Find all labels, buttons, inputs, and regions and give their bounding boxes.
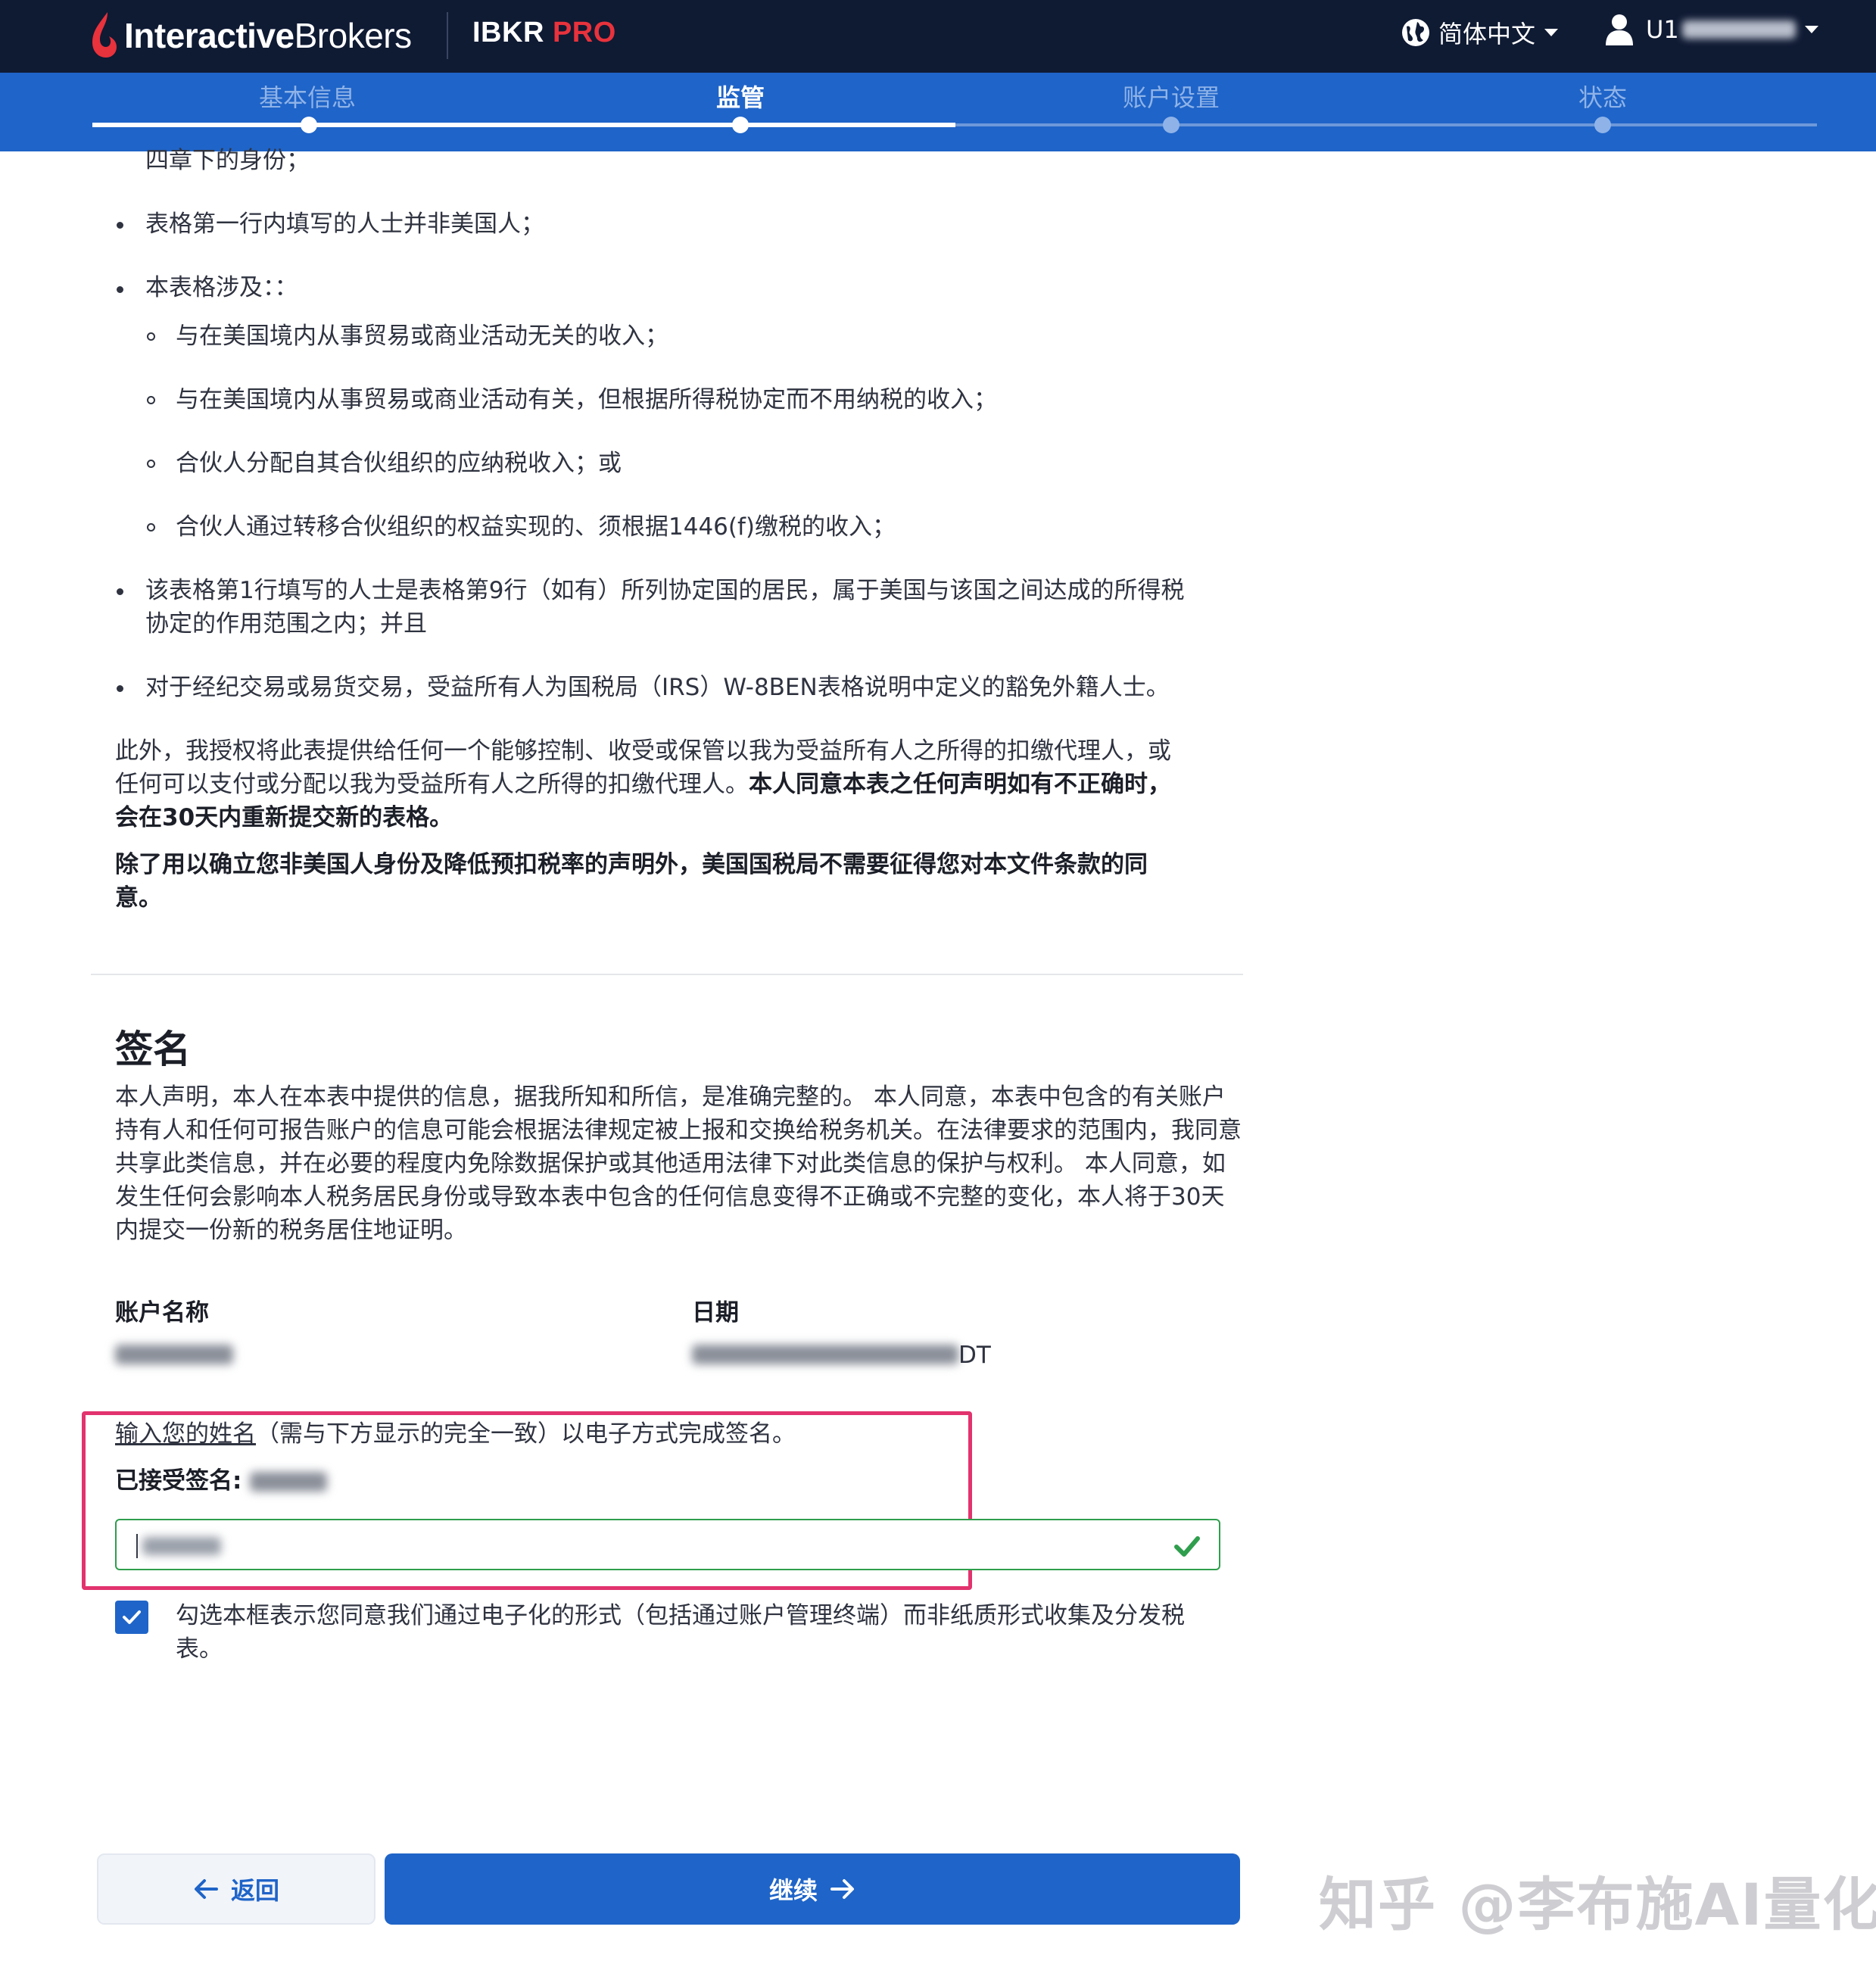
chevron-down-icon	[1544, 29, 1559, 36]
back-button-label: 返回	[230, 1876, 279, 1905]
step-basic-info: 基本信息	[258, 83, 357, 112]
declaration-sub-1: 与在美国境内从事贸易或商业活动无关的收入；	[176, 323, 668, 350]
section-divider	[91, 974, 1243, 975]
bullet-dot	[117, 222, 123, 229]
accepted-signature-redacted	[250, 1472, 327, 1492]
sub-bullet-circle	[147, 523, 155, 532]
declaration-sub-2: 与在美国境内从事贸易或商业活动有关，但根据所得税协定而不用纳税的收入；	[176, 386, 997, 413]
bullet-dot	[117, 685, 123, 692]
chevron-down-icon	[1804, 26, 1818, 33]
user-id-prefix: U1	[1646, 15, 1679, 44]
declaration-bullet-1: 表格第一行内填写的人士并非美国人；	[145, 210, 544, 238]
electronic-consent-checkbox[interactable]	[115, 1601, 148, 1634]
signature-text-line-3: 共享此类信息，并在必要的程度内免除数据保护或其他适用法律下对此类信息的保护与权利…	[115, 1150, 1226, 1177]
signature-text-line-1: 本人声明，本人在本表中提供的信息，据我所知和所信，是准确完整的。 本人同意，本表…	[115, 1083, 1226, 1111]
account-name-redacted	[115, 1345, 233, 1364]
check-icon	[1174, 1536, 1200, 1557]
sub-bullet-circle	[147, 396, 155, 404]
progress-stepper: 基本信息 监管 账户设置 状态	[0, 73, 1876, 151]
arrow-right-icon	[830, 1879, 854, 1899]
sub-bullet-circle	[147, 460, 155, 468]
user-icon	[1606, 14, 1633, 45]
language-label: 简体中文	[1438, 20, 1536, 48]
signature-heading: 签名	[115, 1027, 191, 1071]
step-status: 状态	[1578, 83, 1628, 112]
signature-input-value-redacted	[142, 1537, 221, 1555]
bullet-dot	[117, 286, 123, 293]
authorization-line-1: 此外，我授权将此表提供给任何一个能够控制、收受或保管以我为受益所有人之所得的扣缴…	[115, 737, 1171, 765]
brand-name: InteractiveBrokers	[124, 16, 412, 55]
step-account-settings: 账户设置	[1122, 83, 1220, 112]
account-name-label: 账户名称	[115, 1299, 209, 1326]
date-value-redacted	[692, 1345, 958, 1364]
electronic-consent-line-1: 勾选本框表示您同意我们通过电子化的形式（包括通过账户管理终端）而非纸质形式收集及…	[176, 1602, 1185, 1629]
authorization-line-3: 会在30天内重新提交新的表格。	[115, 804, 453, 831]
declaration-sub-4: 合伙人通过转移合伙组织的权益实现的、须根据1446(f)缴税的收入；	[176, 513, 896, 541]
watermark-text: 知乎 @李布施AI量化	[1319, 1871, 1876, 1938]
declaration-bullet-3-line1: 该表格第1行填写的人士是表格第9行（如有）所列协定国的居民，属于美国与该国之间达…	[145, 577, 1185, 604]
bullet-dot	[117, 588, 123, 595]
step-dot-regulatory	[732, 117, 749, 133]
user-id-redacted	[1681, 20, 1796, 39]
brand-flame-icon	[92, 12, 117, 58]
step-dot-account-settings	[1163, 117, 1180, 133]
arrow-left-icon	[194, 1879, 218, 1899]
declaration-bullet-3-line2: 协定的作用范围之内；并且	[145, 610, 427, 638]
product-name: IBKR PRO	[472, 17, 616, 48]
irs-consent-line-2: 意。	[115, 884, 162, 912]
header-separator	[447, 12, 448, 59]
declaration-bullet-4: 对于经纪交易或易货交易，受益所有人为国税局（IRS）W-8BEN表格说明中定义的…	[145, 674, 1170, 701]
signature-input[interactable]	[115, 1519, 1220, 1570]
date-label: 日期	[692, 1299, 739, 1326]
user-menu[interactable]: U1	[1605, 14, 1818, 45]
signature-text-line-5: 内提交一份新的税务居住地证明。	[115, 1217, 467, 1244]
brand-logo[interactable]: InteractiveBrokers	[89, 9, 412, 62]
continue-button[interactable]: 继续	[385, 1853, 1240, 1925]
irs-consent-line-1: 除了用以确立您非美国人身份及降低预扣税率的声明外，美国国税局不需要征得您对本文件…	[115, 851, 1148, 878]
top-bar: InteractiveBrokers IBKR PRO 简体中文 U1	[0, 0, 1876, 73]
sub-bullet-circle	[147, 332, 155, 341]
date-timezone-suffix: DT	[958, 1342, 991, 1369]
step-regulatory: 监管	[715, 83, 765, 112]
enter-name-link[interactable]: 输入您的姓名	[115, 1420, 256, 1448]
signature-text-line-4: 发生任何会影响本人税务居民身份或导致本表中包含的任何信息变得不正确或不完整的变化…	[115, 1183, 1225, 1211]
globe-icon	[1402, 19, 1429, 46]
back-button[interactable]: 返回	[97, 1853, 376, 1925]
step-dot-status	[1594, 117, 1611, 133]
signature-text-line-2: 持有人和任何可报告账户的信息可能会根据法律规定被上报和交换给税务机关。在法律要求…	[115, 1117, 1242, 1144]
declaration-bullet-2: 本表格涉及：：	[145, 274, 298, 301]
language-selector[interactable]: 简体中文	[1401, 15, 1559, 50]
declaration-partial-line: 四章下的身份；	[145, 147, 310, 174]
signature-instruction: 输入您的姓名（需与下方显示的完全一致）以电子方式完成签名。	[115, 1420, 796, 1448]
electronic-consent-line-2: 表。	[176, 1635, 223, 1663]
text-cursor	[136, 1534, 138, 1558]
checkmark-icon	[123, 1610, 141, 1624]
accepted-signature-label: 已接受签名:	[115, 1467, 242, 1495]
continue-button-label: 继续	[768, 1876, 818, 1905]
step-dot-basic-info	[301, 117, 317, 133]
stepper-track-complete	[92, 123, 955, 127]
authorization-line-2: 任何可以支付或分配以我为受益所有人之所得的扣缴代理人。本人同意本表之任何声明如有…	[115, 771, 1171, 798]
declaration-sub-3: 合伙人分配自其合伙组织的应纳税收入；或	[176, 450, 622, 477]
